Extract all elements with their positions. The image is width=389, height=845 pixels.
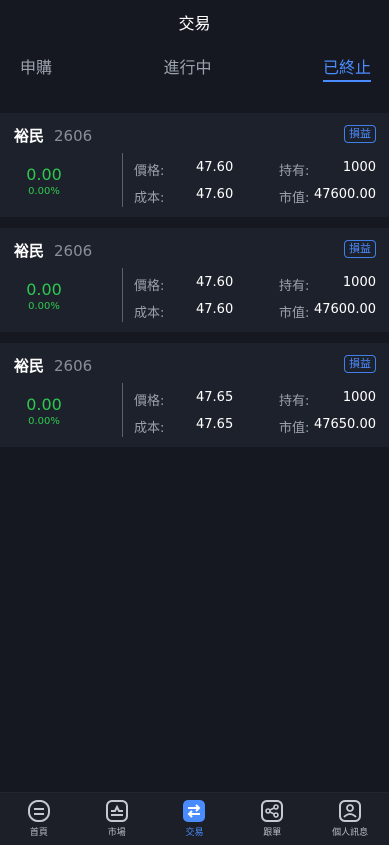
stock-code: 2606	[54, 127, 93, 145]
tab-home[interactable]: 首頁	[0, 793, 78, 845]
tab-label: 市場	[107, 828, 126, 838]
hold-value: 1000	[342, 275, 376, 290]
price-value: 47.65	[196, 390, 234, 405]
tab-subscribe[interactable]: 申購	[20, 44, 52, 78]
tab-market[interactable]: 市場	[78, 793, 156, 845]
cost-value: 47.60	[196, 187, 234, 202]
page-title: 交易	[178, 14, 211, 33]
stock-heading: 裕民 2606	[14, 125, 92, 146]
cost-label: 成本:	[134, 421, 165, 436]
stock-heading: 裕民 2606	[14, 355, 92, 376]
profit-loss-badge[interactable]: 損益	[344, 240, 376, 258]
tab-copy-trade[interactable]: 跟單	[233, 793, 311, 845]
price-label: 價格:	[134, 279, 165, 294]
price-label: 價格:	[134, 164, 165, 179]
profit-loss: 0.00 0.00%	[0, 165, 88, 197]
stock-name: 裕民	[14, 357, 45, 375]
profit-loss-percent: 0.00%	[28, 301, 60, 312]
tab-label: 跟單	[263, 828, 282, 838]
tab-label: 首頁	[29, 828, 48, 838]
position-card[interactable]: 裕民 2606 損益 0.00 0.00% 價格: 47.60 持有: 1000…	[0, 228, 389, 332]
bottom-tab-bar: 首頁 市場 交易 跟單 個人訊息	[0, 792, 389, 845]
stock-heading: 裕民 2606	[14, 240, 92, 261]
cost-label: 成本:	[134, 306, 165, 321]
position-card[interactable]: 裕民 2606 損益 0.00 0.00% 價格: 47.65 持有: 1000…	[0, 343, 389, 447]
market-value: 47600.00	[313, 302, 376, 317]
profit-loss-value: 0.00	[26, 165, 62, 184]
hold-value: 1000	[342, 160, 376, 175]
profit-loss-value: 0.00	[26, 280, 62, 299]
share-icon	[261, 800, 284, 822]
hold-label: 持有:	[279, 394, 310, 409]
tab-label: 交易	[185, 828, 204, 838]
cost-value: 47.65	[196, 417, 234, 432]
market-value-label: 市值:	[279, 421, 310, 436]
profit-loss-value: 0.00	[26, 395, 62, 414]
tab-label: 個人訊息	[332, 828, 369, 838]
divider	[122, 383, 123, 437]
profit-loss-percent: 0.00%	[28, 416, 60, 427]
order-status-tabs: 申購 進行中 已終止	[0, 44, 389, 102]
market-icon	[105, 800, 128, 822]
market-value-label: 市值:	[279, 306, 310, 321]
home-icon	[27, 800, 50, 822]
divider	[122, 153, 123, 207]
stock-name: 裕民	[14, 127, 45, 145]
position-card[interactable]: 裕民 2606 損益 0.00 0.00% 價格: 47.60 持有: 1000…	[0, 113, 389, 217]
trade-icon	[183, 800, 206, 822]
profile-icon	[339, 800, 362, 822]
profit-loss-badge[interactable]: 損益	[344, 355, 376, 373]
price-value: 47.60	[196, 160, 234, 175]
market-value: 47650.00	[313, 417, 376, 432]
tab-profile[interactable]: 個人訊息	[311, 793, 389, 845]
profit-loss-badge[interactable]: 損益	[344, 125, 376, 143]
hold-label: 持有:	[279, 164, 310, 179]
profit-loss: 0.00 0.00%	[0, 280, 88, 312]
price-value: 47.60	[196, 275, 234, 290]
divider	[122, 268, 123, 322]
market-value: 47600.00	[313, 187, 376, 202]
hold-label: 持有:	[279, 279, 310, 294]
stock-code: 2606	[54, 357, 93, 375]
cost-label: 成本:	[134, 191, 165, 206]
tab-terminated[interactable]: 已終止	[322, 44, 371, 82]
price-label: 價格:	[134, 394, 165, 409]
tab-trade[interactable]: 交易	[156, 793, 234, 845]
market-value-label: 市值:	[279, 191, 310, 206]
profit-loss: 0.00 0.00%	[0, 395, 88, 427]
profit-loss-percent: 0.00%	[28, 186, 60, 197]
stock-code: 2606	[54, 242, 93, 260]
tab-in-progress[interactable]: 進行中	[163, 44, 211, 78]
hold-value: 1000	[342, 390, 376, 405]
stock-name: 裕民	[14, 242, 45, 260]
cost-value: 47.60	[196, 302, 234, 317]
position-list: 裕民 2606 損益 0.00 0.00% 價格: 47.60 持有: 1000…	[0, 113, 389, 447]
